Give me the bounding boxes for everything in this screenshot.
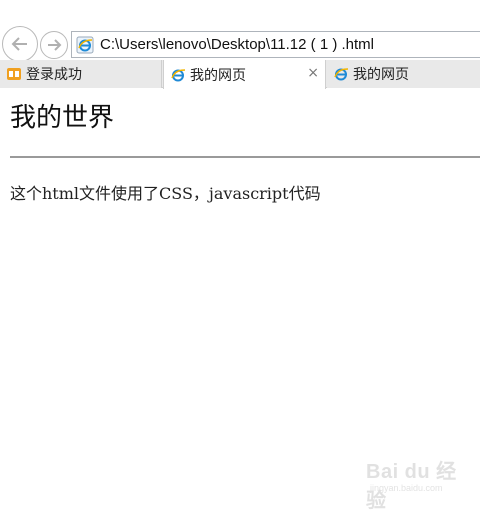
ie-icon bbox=[76, 36, 94, 54]
ie-icon bbox=[334, 68, 349, 81]
close-icon[interactable]: × bbox=[307, 65, 319, 81]
back-button[interactable] bbox=[2, 26, 38, 62]
forward-button[interactable] bbox=[40, 31, 68, 59]
tab-login-success[interactable]: 登录成功 bbox=[0, 60, 162, 88]
ie-icon bbox=[171, 68, 186, 81]
page-title: 我的世界 bbox=[10, 103, 115, 133]
tab-label: 登录成功 bbox=[26, 67, 82, 83]
tab-label: 我的网页 bbox=[353, 67, 409, 83]
forward-arrow-icon bbox=[48, 39, 62, 51]
page-paragraph: 这个html文件使用了CSS，javascript代码 bbox=[10, 184, 321, 203]
address-text: C:\Users\lenovo\Desktop\11.12 ( 1 ) .htm… bbox=[100, 36, 374, 53]
watermark-url: jingyan.baidu.com bbox=[370, 483, 443, 493]
back-arrow-icon bbox=[11, 37, 27, 51]
address-input[interactable]: C:\Users\lenovo\Desktop\11.12 ( 1 ) .htm… bbox=[71, 31, 480, 58]
baidu-watermark: Bai du 经验 jingyan.baidu.com bbox=[366, 455, 476, 512]
tab-bar: 登录成功 我的网页 × 我的网页 bbox=[0, 60, 480, 89]
app-icon bbox=[7, 68, 21, 80]
tab-my-webpage[interactable]: 我的网页 bbox=[327, 60, 480, 88]
horizontal-rule bbox=[10, 156, 480, 158]
tab-label: 我的网页 bbox=[190, 67, 246, 84]
address-bar-row: C:\Users\lenovo\Desktop\11.12 ( 1 ) .htm… bbox=[0, 0, 480, 62]
tab-my-webpage-active[interactable]: 我的网页 × bbox=[163, 60, 326, 89]
